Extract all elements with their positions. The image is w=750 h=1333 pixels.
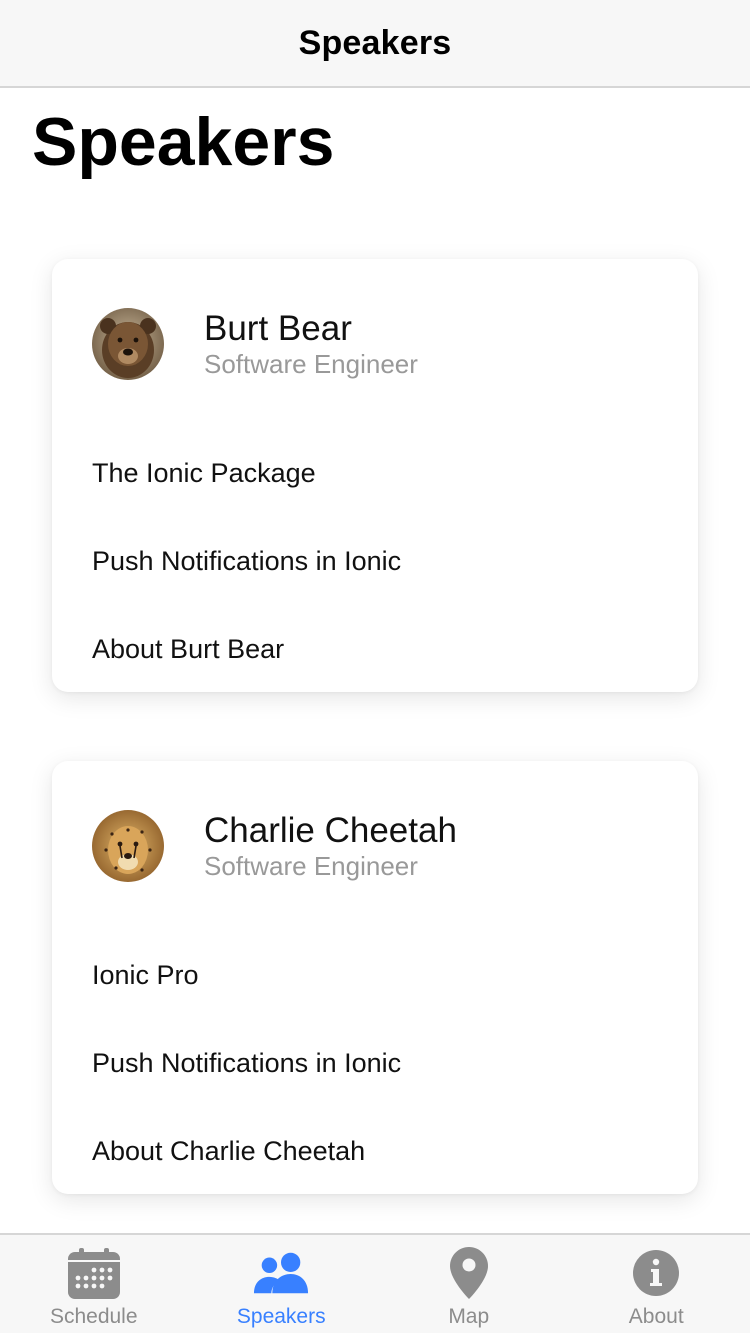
speaker-role: Software Engineer bbox=[204, 851, 418, 881]
page-title: Speakers bbox=[32, 104, 335, 180]
tab-label: Speakers bbox=[236, 1305, 326, 1328]
toolbar-title: Speakers bbox=[298, 23, 452, 62]
tab-about[interactable]: About bbox=[563, 1235, 750, 1333]
tab-schedule[interactable]: Schedule bbox=[0, 1235, 188, 1333]
about-speaker-item[interactable]: About Burt Bear bbox=[52, 605, 698, 693]
session-item[interactable]: Push Notifications in Ionic bbox=[52, 517, 698, 605]
speaker-card: Charlie Cheetah Software Engineer Ionic … bbox=[52, 761, 698, 1194]
cheetah-photo bbox=[92, 810, 164, 882]
info-icon bbox=[628, 1245, 684, 1301]
bear-photo bbox=[92, 308, 164, 380]
speaker-header[interactable]: Burt Bear Software Engineer bbox=[92, 308, 418, 380]
speaker-session-list: The Ionic Package Push Notifications in … bbox=[52, 429, 698, 693]
tab-label: About bbox=[628, 1305, 684, 1328]
tab-label: Map bbox=[448, 1305, 490, 1328]
tab-label: Schedule bbox=[49, 1305, 138, 1328]
about-speaker-item[interactable]: About Charlie Cheetah bbox=[52, 1107, 698, 1195]
session-item[interactable]: The Ionic Package bbox=[52, 429, 698, 517]
speaker-name[interactable]: Burt Bear bbox=[204, 309, 418, 349]
speakers-content[interactable]: Speakers Burt Bear Software Engineer The… bbox=[0, 88, 750, 1233]
people-icon bbox=[253, 1245, 309, 1301]
speaker-session-list: Ionic Pro Push Notifications in Ionic Ab… bbox=[52, 931, 698, 1195]
speaker-card: Burt Bear Software Engineer The Ionic Pa… bbox=[52, 259, 698, 692]
calendar-icon bbox=[66, 1245, 122, 1301]
speaker-header[interactable]: Charlie Cheetah Software Engineer bbox=[92, 810, 457, 882]
avatar[interactable] bbox=[92, 308, 164, 380]
speaker-role: Software Engineer bbox=[204, 349, 418, 379]
map-pin-icon bbox=[441, 1245, 497, 1301]
session-item[interactable]: Ionic Pro bbox=[52, 931, 698, 1019]
session-item[interactable]: Push Notifications in Ionic bbox=[52, 1019, 698, 1107]
tab-map[interactable]: Map bbox=[375, 1235, 563, 1333]
tab-bar: Schedule Speakers Map About bbox=[0, 1233, 750, 1333]
top-toolbar: Speakers bbox=[0, 0, 750, 88]
tab-speakers[interactable]: Speakers bbox=[188, 1235, 376, 1333]
avatar[interactable] bbox=[92, 810, 164, 882]
speaker-name[interactable]: Charlie Cheetah bbox=[204, 811, 457, 851]
